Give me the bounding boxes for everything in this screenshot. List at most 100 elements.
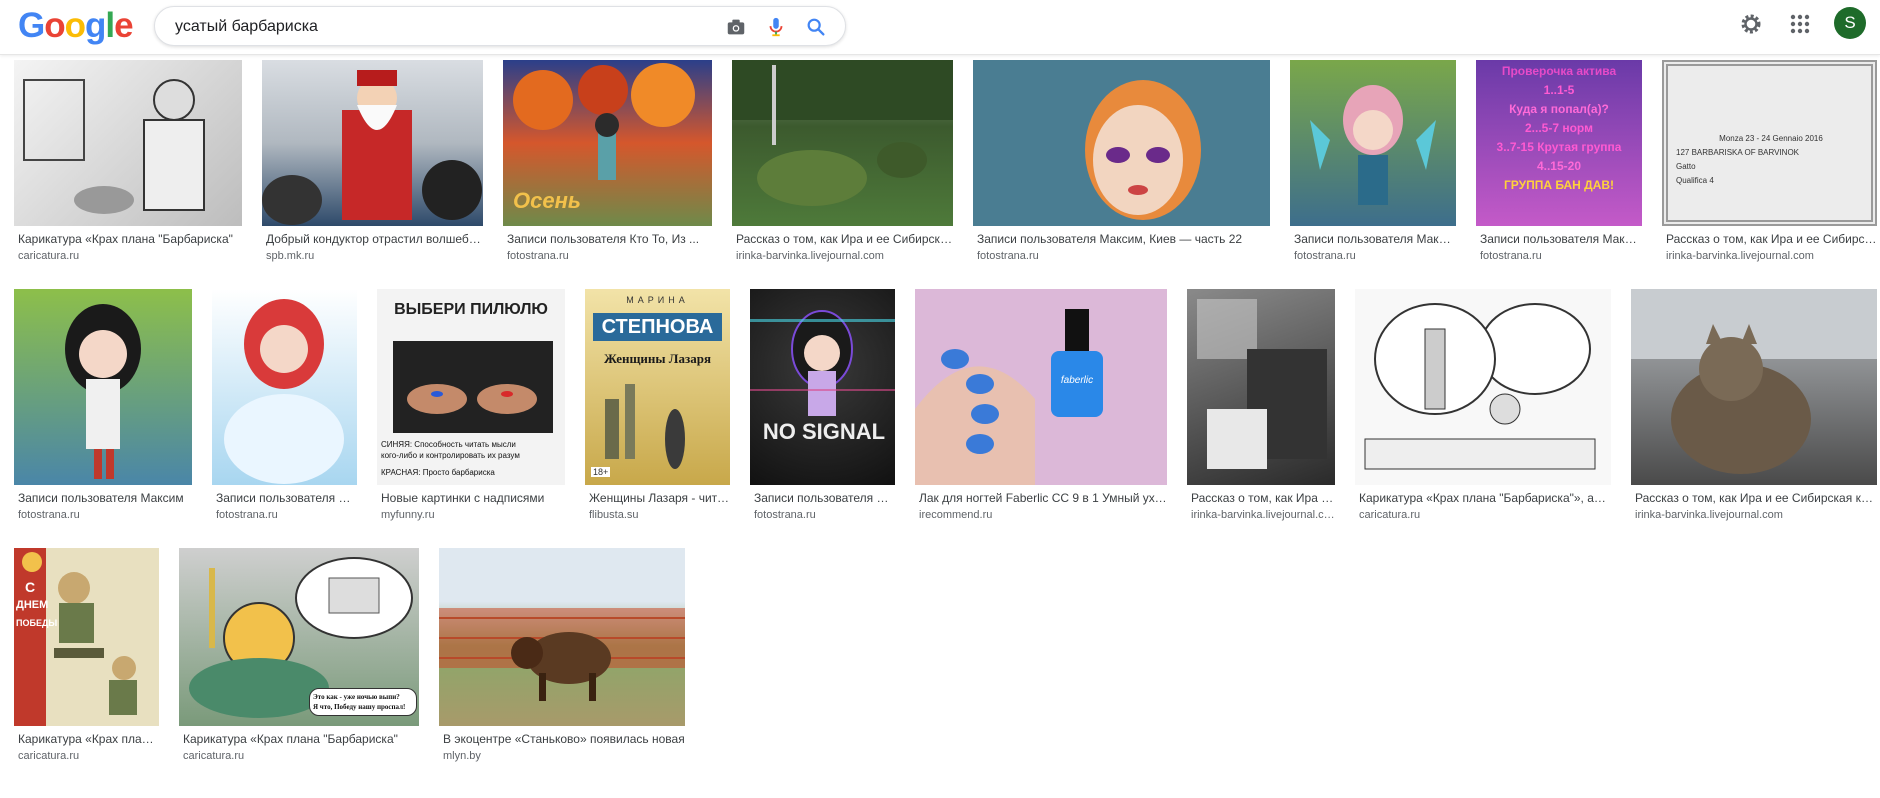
result-caption[interactable]: Карикатура «Крах плана "Барбариска"», ав… bbox=[1359, 491, 1611, 505]
result-domain: flibusta.su bbox=[589, 509, 639, 521]
photo-car-seat bbox=[1197, 299, 1327, 469]
result-tile[interactable]: Карикатура «Крах плана "Барбариска" cari… bbox=[14, 60, 242, 280]
result-caption[interactable]: Записи пользователя Кто То, Из ... bbox=[507, 232, 712, 246]
result-tile[interactable]: Monza 23 - 24 Gennaio 2016 127 BARBARISK… bbox=[1662, 60, 1877, 280]
result-caption[interactable]: Карикатура «Крах плана "Барбариска" bbox=[18, 732, 159, 746]
result-caption[interactable]: Рассказ о том, как Ира и ее Сибирская bbox=[736, 232, 953, 246]
mic-icon[interactable] bbox=[765, 16, 787, 38]
result-domain: irinka-barvinka.livejournal.com bbox=[1666, 250, 1814, 262]
result-tile[interactable]: Записи пользователя Максим fotostrana.ru bbox=[14, 289, 192, 539]
book-cover-art bbox=[605, 384, 685, 469]
result-tile[interactable]: С ДНЕМ ПОБЕДЫ Карикатура «Крах плана "Ба… bbox=[14, 548, 159, 798]
result-caption[interactable]: Новые картинки с надписями bbox=[381, 491, 565, 505]
header-bar: Google S bbox=[0, 0, 1880, 55]
result-caption[interactable]: Записи пользователя Максим bbox=[18, 491, 192, 505]
result-caption[interactable]: Рассказ о том, как Ира и ее Сибирская ко… bbox=[1635, 491, 1877, 505]
overlay-line: 4..15-20 bbox=[1536, 159, 1582, 173]
result-thumbnail[interactable]: МАРИНА СТЕПНОВА Женщины Лазаря 18+ bbox=[585, 289, 730, 485]
result-thumbnail[interactable]: С ДНЕМ ПОБЕДЫ bbox=[14, 548, 159, 726]
result-thumbnail[interactable] bbox=[1631, 289, 1877, 485]
result-tile[interactable]: МАРИНА СТЕПНОВА Женщины Лазаря 18+ Женщи… bbox=[585, 289, 730, 539]
result-thumbnail[interactable]: faberlic bbox=[915, 289, 1167, 485]
result-thumbnail[interactable] bbox=[14, 289, 192, 485]
result-tile[interactable]: Проверочка актива 1..1-5 Куда я попал(а)… bbox=[1476, 60, 1642, 280]
avatar-face-image bbox=[1085, 80, 1201, 220]
result-thumbnail[interactable] bbox=[1187, 289, 1335, 485]
result-caption[interactable]: Женщины Лазаря - читать онлайн bbox=[589, 491, 730, 505]
nail-polish-image bbox=[915, 309, 1103, 485]
result-domain: fotostrana.ru bbox=[977, 250, 1039, 262]
result-caption[interactable]: Записи пользователя Максим bbox=[1294, 232, 1456, 246]
result-caption[interactable]: Карикатура «Крах плана "Барбариска" bbox=[183, 732, 419, 746]
result-domain: fotostrana.ru bbox=[754, 509, 816, 521]
glitch-avatar-image bbox=[750, 310, 895, 416]
result-thumbnail[interactable] bbox=[439, 548, 685, 726]
result-caption[interactable]: В экоцентре «Станьково» появилась новая bbox=[443, 732, 685, 746]
result-caption[interactable]: Добрый кондуктор отрастил волшебную боро… bbox=[266, 232, 483, 246]
result-tile[interactable]: Это как - уже ночью выпи? Я что, Победу … bbox=[179, 548, 419, 798]
search-icon[interactable] bbox=[805, 16, 827, 38]
result-tile[interactable]: Записи пользователя Максим fotostrana.ru bbox=[1290, 60, 1456, 280]
result-tile[interactable]: Рассказ о том, как Ира и ее Сибирская ir… bbox=[1187, 289, 1335, 539]
result-thumbnail[interactable] bbox=[973, 60, 1270, 226]
avatar[interactable]: S bbox=[1834, 7, 1866, 39]
cartoon-illustration bbox=[23, 79, 205, 214]
overlay-line: Monza 23 - 24 Gennaio 2016 bbox=[1719, 134, 1823, 143]
result-domain: fotostrana.ru bbox=[507, 250, 569, 262]
result-caption[interactable]: Записи пользователя Максим bbox=[754, 491, 895, 505]
result-domain: fotostrana.ru bbox=[216, 509, 278, 521]
apps-grid-icon[interactable] bbox=[1788, 12, 1812, 36]
result-domain: caricatura.ru bbox=[18, 250, 80, 262]
result-domain: irinka-barvinka.livejournal.com bbox=[736, 250, 884, 262]
result-tile[interactable]: Рассказ о том, как Ира и ее Сибирская ко… bbox=[1631, 289, 1877, 539]
result-thumbnail[interactable] bbox=[262, 60, 483, 226]
result-thumbnail[interactable]: ВЫБЕРИ ПИЛЮЛЮ СИНЯЯ: Способность читать … bbox=[377, 289, 565, 485]
camera-icon[interactable] bbox=[725, 16, 747, 38]
avatar-image bbox=[65, 304, 141, 479]
result-thumbnail[interactable]: Проверочка актива 1..1-5 Куда я попал(а)… bbox=[1476, 60, 1642, 226]
avatar-fairy-image bbox=[1310, 85, 1436, 205]
thumbnail-overlay-text: Осень bbox=[513, 188, 581, 213]
result-tile[interactable]: faberlic Лак для ногтей Faberlic CC 9 в … bbox=[915, 289, 1167, 539]
result-thumbnail[interactable]: NO SIGNAL bbox=[750, 289, 895, 485]
result-tile[interactable]: Добрый кондуктор отрастил волшебную боро… bbox=[262, 60, 483, 280]
avatar-image bbox=[224, 299, 344, 484]
result-caption[interactable]: Рассказ о том, как Ира и ее Сибирская bbox=[1666, 232, 1877, 246]
overlay-line: 2...5-7 норм bbox=[1525, 121, 1593, 135]
result-tile[interactable]: Карикатура «Крах плана "Барбариска"», ав… bbox=[1355, 289, 1611, 539]
result-thumbnail[interactable]: Осень bbox=[503, 60, 712, 226]
overlay-line: 3..7-15 Крутая группа bbox=[1496, 140, 1622, 154]
result-domain: fotostrana.ru bbox=[1480, 250, 1542, 262]
google-logo[interactable]: Google bbox=[18, 6, 134, 46]
result-caption[interactable]: Записи пользователя Максим bbox=[216, 491, 357, 505]
result-thumbnail[interactable]: Это как - уже ночью выпи? Я что, Победу … bbox=[179, 548, 419, 726]
thumbnail-overlay-text: NO SIGNAL bbox=[762, 419, 886, 444]
result-thumbnail[interactable] bbox=[732, 60, 953, 226]
result-thumbnail[interactable]: Monza 23 - 24 Gennaio 2016 127 BARBARISK… bbox=[1662, 60, 1877, 226]
result-thumbnail[interactable] bbox=[212, 289, 357, 485]
result-tile[interactable]: Записи пользователя Максим, Киев — часть… bbox=[973, 60, 1270, 280]
result-thumbnail[interactable] bbox=[1290, 60, 1456, 226]
result-tile[interactable]: В экоцентре «Станьково» появилась новая … bbox=[439, 548, 685, 798]
result-caption[interactable]: Карикатура «Крах плана "Барбариска" bbox=[18, 232, 242, 246]
overlay-line: 1..1-5 bbox=[1543, 83, 1575, 97]
result-caption[interactable]: Рассказ о том, как Ира и ее Сибирская bbox=[1191, 491, 1335, 505]
search-input[interactable] bbox=[173, 13, 717, 41]
result-tile[interactable]: ВЫБЕРИ ПИЛЮЛЮ СИНЯЯ: Способность читать … bbox=[377, 289, 565, 539]
result-tile[interactable]: Записи пользователя Максим fotostrana.ru bbox=[212, 289, 357, 539]
result-domain: fotostrana.ru bbox=[18, 509, 80, 521]
result-caption[interactable]: Записи пользователя Максим bbox=[1480, 232, 1642, 246]
result-thumbnail[interactable] bbox=[1355, 289, 1611, 485]
result-tile[interactable]: Осень Записи пользователя Кто То, Из ...… bbox=[503, 60, 712, 280]
result-thumbnail[interactable] bbox=[14, 60, 242, 226]
overlay-line: 127 BARBARISKA OF BARVINOK bbox=[1676, 148, 1800, 157]
result-domain: fotostrana.ru bbox=[1294, 250, 1356, 262]
result-domain: irinka-barvinka.livejournal.com bbox=[1635, 509, 1783, 521]
search-box[interactable] bbox=[154, 6, 846, 46]
result-caption[interactable]: Записи пользователя Максим, Киев — часть… bbox=[977, 232, 1270, 246]
result-tile[interactable]: Рассказ о том, как Ира и ее Сибирская ir… bbox=[732, 60, 953, 280]
gear-icon[interactable] bbox=[1739, 12, 1763, 36]
age-rating: 18+ bbox=[591, 467, 611, 477]
result-tile[interactable]: NO SIGNAL Записи пользователя Максим fot… bbox=[750, 289, 895, 539]
result-caption[interactable]: Лак для ногтей Faberlic CC 9 в 1 Умный у… bbox=[919, 491, 1167, 505]
